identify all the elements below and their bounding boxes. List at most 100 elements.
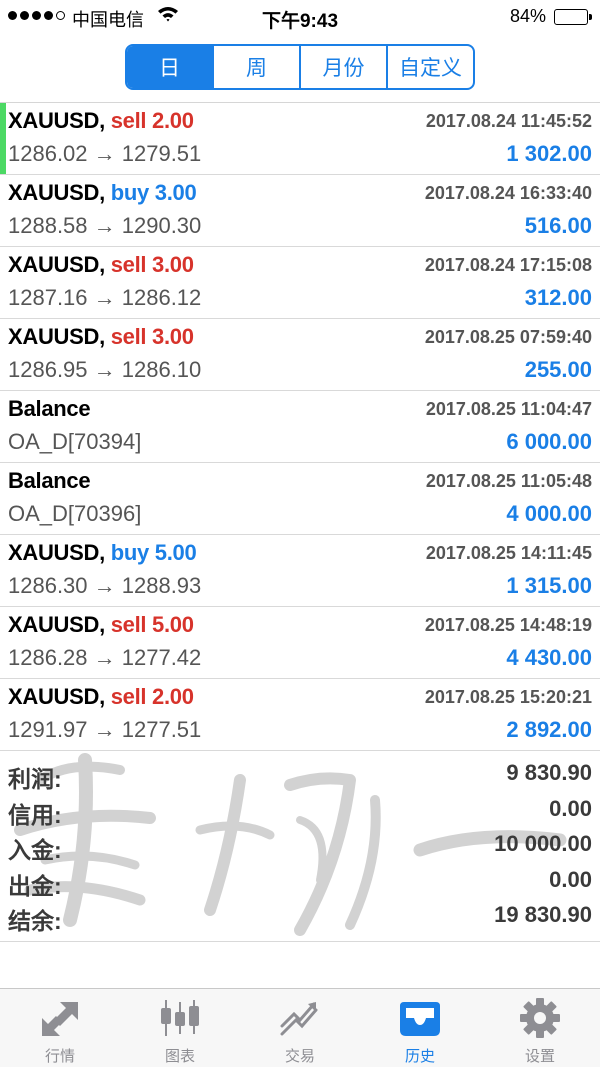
tab-trade[interactable]: 交易 — [240, 989, 360, 1067]
row-title: Balance — [8, 468, 91, 494]
summary-row-profit: 利润: 9 830.90 — [0, 756, 600, 792]
row-title: XAUUSD, sell 3.00 — [8, 324, 194, 350]
tab-settings[interactable]: 设置 — [480, 989, 600, 1067]
summary-label: 出金: — [8, 872, 62, 899]
summary-value: 10 000.00 — [494, 831, 592, 856]
row-side: sell 2.00 — [110, 684, 194, 709]
candlestick-chart-icon — [161, 1000, 199, 1036]
row-detail: 1286.30 → 1288.93 — [8, 573, 202, 598]
tab-label: 设置 — [524, 1048, 555, 1065]
history-row[interactable]: XAUUSD, sell 2.00 2017.08.24 11:45:52 12… — [0, 103, 600, 175]
row-date: 2017.08.24 16:33:40 — [424, 183, 592, 203]
row-side: buy 5.00 — [110, 540, 197, 565]
row-date: 2017.08.25 14:11:45 — [425, 543, 592, 563]
summary-row-credit: 信用: 0.00 — [0, 792, 600, 828]
row-detail: 1288.58 → 1290.30 — [8, 213, 202, 238]
row-amount: 1 315.00 — [506, 573, 592, 598]
row-amount: 4 430.00 — [506, 645, 592, 670]
battery-icon — [554, 9, 592, 25]
battery-percentage: 84% — [509, 6, 546, 26]
row-detail: 1286.02 → 1279.51 — [8, 141, 202, 166]
history-row[interactable]: XAUUSD, sell 5.00 2017.08.25 14:48:19 12… — [0, 607, 600, 679]
history-row[interactable]: Balance 2017.08.25 11:05:48 OA_D[70396] … — [0, 463, 600, 535]
row-amount: 4 000.00 — [506, 501, 592, 526]
row-amount: 312.00 — [524, 285, 592, 310]
row-side: sell 3.00 — [110, 252, 194, 277]
row-date: 2017.08.25 15:20:21 — [424, 687, 592, 707]
tab-week[interactable]: 周 — [212, 46, 299, 88]
row-symbol: XAUUSD, — [8, 540, 105, 565]
history-row[interactable]: XAUUSD, buy 3.00 2017.08.24 16:33:40 128… — [0, 175, 600, 247]
row-amount: 6 000.00 — [506, 429, 592, 454]
row-side: sell 3.00 — [110, 324, 194, 349]
row-detail: 1291.97 → 1277.51 — [8, 717, 202, 742]
summary-row-balance: 结余: 19 830.90 — [0, 898, 600, 934]
row-symbol: XAUUSD, — [8, 324, 105, 349]
row-detail: 1286.28 → 1277.42 — [8, 645, 202, 670]
row-side: sell 5.00 — [110, 612, 194, 637]
row-symbol: XAUUSD, — [8, 180, 105, 205]
history-row[interactable]: XAUUSD, buy 5.00 2017.08.25 14:11:45 128… — [0, 535, 600, 607]
summary-label: 利润: — [8, 766, 62, 792]
row-amount: 1 302.00 — [506, 141, 592, 166]
history-row[interactable]: XAUUSD, sell 2.00 2017.08.25 15:20:21 12… — [0, 679, 600, 751]
tab-charts[interactable]: 图表 — [120, 989, 240, 1067]
row-title: XAUUSD, sell 3.00 — [8, 252, 194, 278]
trade-trend-icon — [280, 1002, 318, 1036]
tab-label: 历史 — [404, 1048, 435, 1065]
row-symbol: XAUUSD, — [8, 612, 105, 637]
period-segmented-control: 日 周 月份 自定义 — [125, 44, 475, 90]
row-amount: 2 892.00 — [506, 717, 592, 742]
row-date: 2017.08.25 14:48:19 — [424, 615, 592, 635]
tab-label: 交易 — [284, 1048, 315, 1065]
row-detail: 1286.95 → 1286.10 — [8, 357, 202, 382]
row-detail: OA_D[70394] — [8, 429, 142, 454]
row-date: 2017.08.25 11:05:48 — [425, 471, 592, 491]
row-symbol: XAUUSD, — [8, 108, 105, 133]
row-date: 2017.08.25 07:59:40 — [424, 327, 592, 347]
row-amount: 255.00 — [524, 357, 592, 382]
row-detail: OA_D[70396] — [8, 501, 142, 526]
summary-row-withdrawal: 出金: 0.00 — [0, 863, 600, 899]
summary-label: 入金: — [8, 837, 62, 863]
row-date: 2017.08.24 17:15:08 — [424, 255, 592, 275]
row-side: buy 3.00 — [110, 180, 197, 205]
history-row[interactable]: Balance 2017.08.25 11:04:47 OA_D[70394] … — [0, 391, 600, 463]
row-side: sell 2.00 — [110, 108, 194, 133]
summary-value: 9 830.90 — [506, 760, 592, 785]
row-title: XAUUSD, sell 2.00 — [8, 684, 194, 710]
row-detail: 1287.16 → 1286.12 — [8, 285, 202, 310]
quotes-arrows-icon — [42, 1002, 78, 1036]
row-title: XAUUSD, buy 5.00 — [8, 540, 197, 566]
row-title: XAUUSD, buy 3.00 — [8, 180, 197, 206]
summary-value: 19 830.90 — [494, 902, 592, 927]
row-symbol: Balance — [8, 396, 91, 421]
summary-value: 0.00 — [549, 866, 592, 892]
selected-row-marker — [0, 103, 6, 174]
row-title: XAUUSD, sell 5.00 — [8, 612, 194, 638]
tab-quotes[interactable]: 行情 — [0, 989, 120, 1067]
row-title: Balance — [8, 396, 91, 422]
bottom-tab-bar: 行情 图表 交易 历史 设置 — [0, 988, 600, 1067]
summary-label: 信用: — [8, 801, 62, 828]
tab-day[interactable]: 日 — [127, 46, 212, 88]
row-symbol: XAUUSD, — [8, 684, 105, 709]
row-date: 2017.08.24 11:45:52 — [425, 111, 592, 131]
row-symbol: Balance — [8, 468, 91, 493]
history-row[interactable]: XAUUSD, sell 3.00 2017.08.25 07:59:40 12… — [0, 319, 600, 391]
summary-row-deposit: 入金: 10 000.00 — [0, 827, 600, 863]
summary-panel: 利润: 9 830.90 信用: 0.00 入金: 10 000.00 出金: … — [0, 756, 600, 934]
summary-label: 结余: — [8, 908, 62, 934]
tab-custom[interactable]: 自定义 — [386, 46, 473, 88]
history-row[interactable]: XAUUSD, sell 3.00 2017.08.24 17:15:08 12… — [0, 247, 600, 319]
summary-value: 0.00 — [549, 795, 592, 821]
tab-label: 图表 — [164, 1048, 195, 1065]
gear-icon — [520, 998, 560, 1038]
history-inbox-icon — [400, 1002, 440, 1036]
row-amount: 516.00 — [524, 213, 592, 238]
tab-history[interactable]: 历史 — [360, 989, 480, 1067]
divider — [0, 941, 600, 942]
tab-label: 行情 — [44, 1048, 75, 1065]
tab-month[interactable]: 月份 — [299, 46, 386, 88]
row-title: XAUUSD, sell 2.00 — [8, 108, 194, 134]
